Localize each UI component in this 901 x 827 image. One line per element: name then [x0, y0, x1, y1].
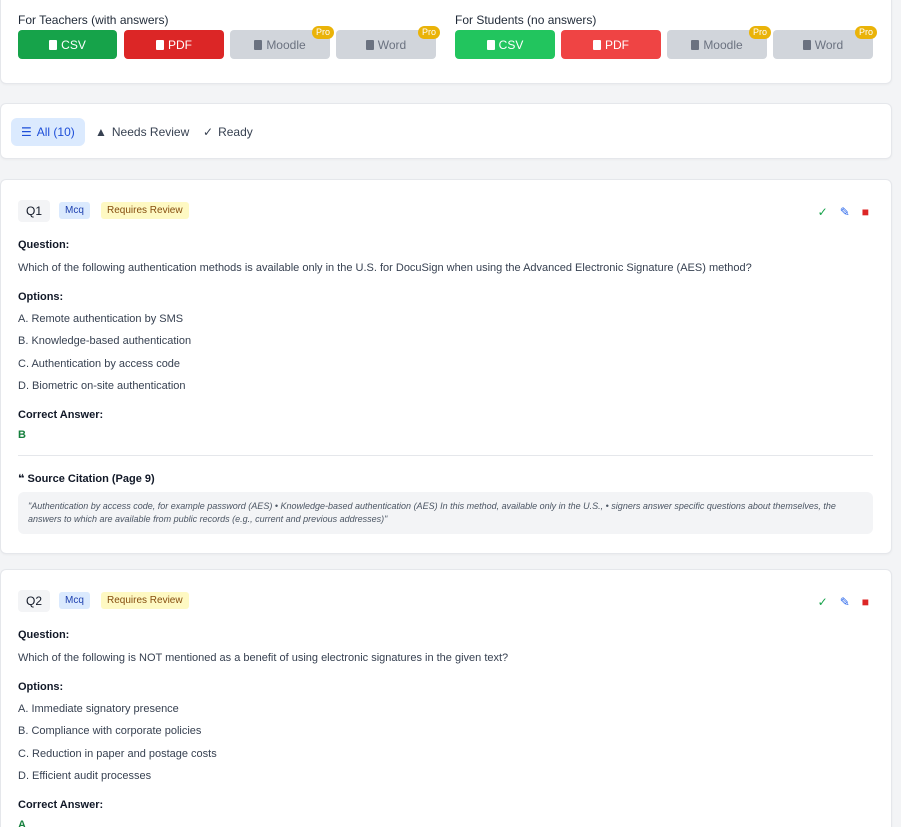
- file-csv-icon: [49, 39, 58, 50]
- file-pdf-icon: [156, 39, 164, 50]
- option-item: D. Biometric on-site authentication: [18, 380, 186, 392]
- pro-badge: Pro: [311, 26, 334, 39]
- teachers-pdf-button[interactable]: PDF: [124, 30, 224, 59]
- question-card: Q2 Mcq Requires Review ✓ ✎ ■ Question: W…: [0, 569, 892, 827]
- pdf-label: PDF: [605, 37, 629, 52]
- status-badge: Requires Review: [101, 592, 189, 609]
- file-pdf-icon: [593, 39, 601, 50]
- option-item: D. Efficient audit processes: [18, 770, 152, 782]
- option-item: C. Reduction in paper and postage costs: [18, 748, 217, 760]
- tab-all[interactable]: ☰ All (10): [11, 118, 85, 146]
- quote-icon: ❝: [18, 473, 25, 485]
- option-item: C. Authentication by access code: [18, 358, 181, 370]
- correct-answer-label: Correct Answer:: [18, 799, 104, 811]
- edit-icon[interactable]: ✎: [840, 206, 850, 218]
- tab-ready[interactable]: ✓ Ready: [193, 118, 263, 146]
- option-item: A. Remote authentication by SMS: [18, 313, 184, 325]
- students-word-button[interactable]: Word Pro: [773, 26, 877, 59]
- divider: [18, 455, 873, 456]
- teachers-word-button[interactable]: Word Pro: [336, 26, 440, 59]
- options-label: Options:: [18, 681, 64, 693]
- tab-needs-review-label: Needs Review: [111, 125, 190, 139]
- list-icon: ☰: [21, 125, 32, 139]
- approve-icon[interactable]: ✓: [818, 206, 828, 218]
- question-label: Question:: [18, 239, 70, 251]
- tab-all-label: All (10): [36, 125, 75, 139]
- question-number: Q1: [18, 200, 51, 222]
- question-number: Q2: [18, 590, 51, 612]
- students-moodle-button[interactable]: Moodle Pro: [667, 26, 771, 59]
- tab-ready-label: Ready: [218, 125, 253, 139]
- csv-label: CSV: [498, 37, 524, 52]
- edit-icon[interactable]: ✎: [840, 596, 850, 608]
- question-card: Q1 Mcq Requires Review ✓ ✎ ■ Question: W…: [0, 179, 892, 554]
- export-panel: For Teachers (with answers) For Students…: [0, 0, 892, 84]
- question-type-badge: Mcq: [59, 592, 90, 609]
- correct-answer-label: Correct Answer:: [18, 409, 104, 421]
- pro-badge: Pro: [417, 26, 440, 39]
- question-label: Question:: [18, 629, 70, 641]
- question-text: Which of the following is NOT mentioned …: [18, 652, 509, 664]
- question-type-badge: Mcq: [59, 202, 90, 219]
- correct-answer: B: [18, 429, 26, 441]
- warning-icon: ▲: [95, 125, 107, 139]
- teachers-export-title: For Teachers (with answers): [18, 13, 169, 27]
- file-word-icon: [802, 39, 811, 50]
- source-citation-title: ❝ Source Citation (Page 9): [18, 472, 155, 485]
- students-export-title: For Students (no answers): [455, 13, 597, 27]
- filter-bar: ☰ All (10) ▲ Needs Review ✓ Ready: [0, 103, 892, 159]
- teachers-moodle-button[interactable]: Moodle Pro: [230, 26, 334, 59]
- question-actions: ✓ ✎ ■: [818, 596, 869, 608]
- file-moodle-icon: [254, 39, 263, 50]
- word-label: Word: [377, 37, 407, 52]
- students-csv-button[interactable]: CSV: [455, 30, 555, 59]
- pro-badge: Pro: [748, 26, 771, 39]
- teachers-csv-button[interactable]: CSV: [18, 30, 117, 59]
- file-word-icon: [365, 39, 374, 50]
- option-item: B. Compliance with corporate policies: [18, 725, 202, 737]
- moodle-label: Moodle: [703, 37, 743, 52]
- option-item: B. Knowledge-based authentication: [18, 335, 192, 347]
- students-pdf-button[interactable]: PDF: [561, 30, 661, 59]
- source-citation-text: "Authentication by access code, for exam…: [18, 492, 873, 534]
- trash-icon[interactable]: ■: [862, 596, 869, 608]
- moodle-label: Moodle: [266, 37, 306, 52]
- option-item: A. Immediate signatory presence: [18, 703, 179, 715]
- question-text: Which of the following authentication me…: [18, 262, 752, 274]
- source-citation-label: Source Citation (Page 9): [27, 473, 155, 485]
- check-icon: ✓: [203, 125, 214, 139]
- question-actions: ✓ ✎ ■: [818, 206, 869, 218]
- options-label: Options:: [18, 291, 64, 303]
- trash-icon[interactable]: ■: [862, 206, 869, 218]
- csv-label: CSV: [61, 37, 86, 52]
- correct-answer: A: [18, 819, 26, 827]
- pdf-label: PDF: [168, 37, 192, 52]
- pro-badge: Pro: [854, 26, 877, 39]
- word-label: Word: [814, 37, 844, 52]
- approve-icon[interactable]: ✓: [818, 596, 828, 608]
- status-badge: Requires Review: [101, 202, 189, 219]
- tab-needs-review[interactable]: ▲ Needs Review: [85, 118, 199, 146]
- file-moodle-icon: [691, 39, 700, 50]
- file-csv-icon: [486, 39, 495, 50]
